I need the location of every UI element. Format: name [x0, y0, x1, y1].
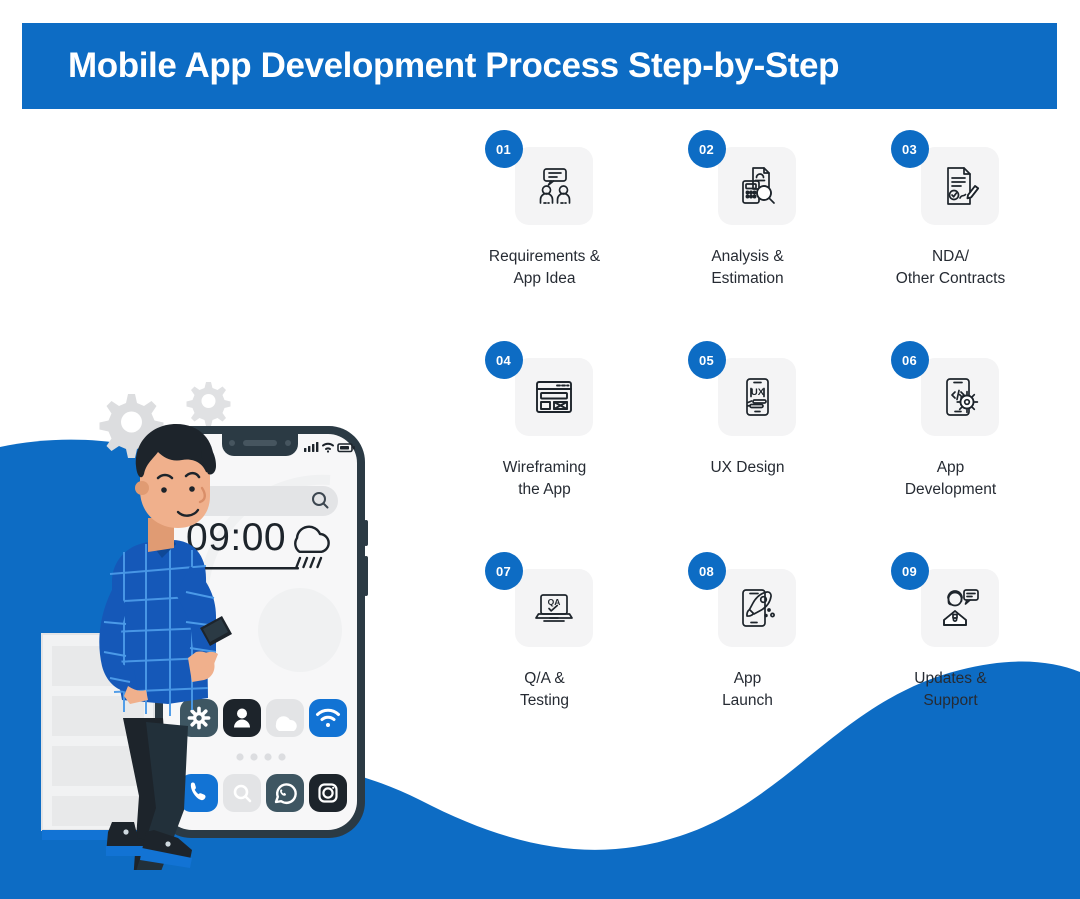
- step-label: NDA/ Other Contracts: [895, 248, 1006, 287]
- app-icon-contacts[interactable]: [223, 699, 261, 737]
- step-icon-tile: 09: [890, 552, 999, 647]
- svg-text:UX: UX: [750, 387, 764, 398]
- step-label: UX Design: [710, 459, 785, 476]
- step-card-02[interactable]: 02 Analysis & Estimation: [646, 130, 849, 358]
- step-number-badge: 03: [890, 130, 929, 168]
- contract-signature-icon: [936, 162, 984, 210]
- steps-grid: 01 Requirements & App Idea 02 Analysis &…: [443, 130, 1053, 780]
- step-card-05[interactable]: 05 UX UX Design: [646, 341, 849, 569]
- step-number-badge: 09: [890, 552, 929, 590]
- phone-code-gear-icon: [936, 373, 984, 421]
- step-number-badge: 08: [687, 552, 726, 590]
- step-number-badge: 05: [687, 341, 726, 379]
- people-chat-icon: [530, 162, 578, 210]
- laptop-qa-icon: QA: [530, 584, 578, 632]
- phone-clock: 09:00: [186, 516, 286, 559]
- step-label: Requirements & App Idea: [488, 248, 601, 287]
- calculator-magnifier-icon: [733, 162, 781, 210]
- step-number-badge: 07: [484, 552, 523, 590]
- step-number-badge: 01: [484, 130, 523, 168]
- dock-icon-whatsapp[interactable]: [266, 774, 304, 812]
- step-icon-tile: 06: [890, 341, 999, 436]
- gear-small-icon: [186, 382, 231, 426]
- step-number-badge: 04: [484, 341, 523, 379]
- step-card-06[interactable]: 06 App Development: [849, 341, 1052, 569]
- step-icon-tile: 04: [484, 341, 593, 436]
- step-icon-tile: 07 QA: [484, 552, 593, 647]
- wireframe-layout-icon: [530, 373, 578, 421]
- page-title: Mobile App Development Process Step-by-S…: [68, 46, 840, 85]
- step-card-09[interactable]: 09 Updates & Support: [849, 552, 1052, 780]
- step-card-08[interactable]: 08 App Launch: [646, 552, 849, 780]
- step-icon-tile: 02: [687, 130, 796, 225]
- svg-text:QA: QA: [547, 597, 560, 607]
- step-label: Analysis & Estimation: [711, 248, 784, 287]
- step-card-07[interactable]: 07 QA Q/A & Testing: [443, 552, 646, 780]
- step-label: Updates & Support: [914, 670, 987, 709]
- hero-illustration: 09:00: [41, 382, 368, 870]
- step-card-04[interactable]: 04 Wireframing the App: [443, 341, 646, 569]
- app-icon-wifi[interactable]: [309, 699, 347, 737]
- step-number-badge: 06: [890, 341, 929, 379]
- dock-icon-instagram[interactable]: [309, 774, 347, 812]
- step-label: Wireframing the App: [502, 459, 587, 498]
- support-agent-icon: [936, 584, 984, 632]
- step-label: App Launch: [722, 670, 773, 709]
- dock-icon-phone[interactable]: [180, 774, 218, 812]
- step-icon-tile: 01: [484, 130, 593, 225]
- step-card-03[interactable]: 03 NDA/ Other Contracts: [849, 130, 1052, 358]
- step-label: App Development: [904, 459, 997, 498]
- step-card-01[interactable]: 01 Requirements & App Idea: [443, 130, 646, 358]
- app-icon-cloud[interactable]: [266, 699, 304, 737]
- phone-rocket-icon: [733, 584, 781, 632]
- header-bar: Mobile App Development Process Step-by-S…: [22, 23, 1057, 109]
- step-icon-tile: 08: [687, 552, 796, 647]
- step-icon-tile: 03: [890, 130, 999, 225]
- phone-ux-icon: UX: [733, 373, 781, 421]
- dock-icon-search[interactable]: [223, 774, 261, 812]
- step-number-badge: 02: [687, 130, 726, 168]
- step-label: Q/A & Testing: [519, 670, 570, 709]
- step-icon-tile: 05 UX: [687, 341, 796, 436]
